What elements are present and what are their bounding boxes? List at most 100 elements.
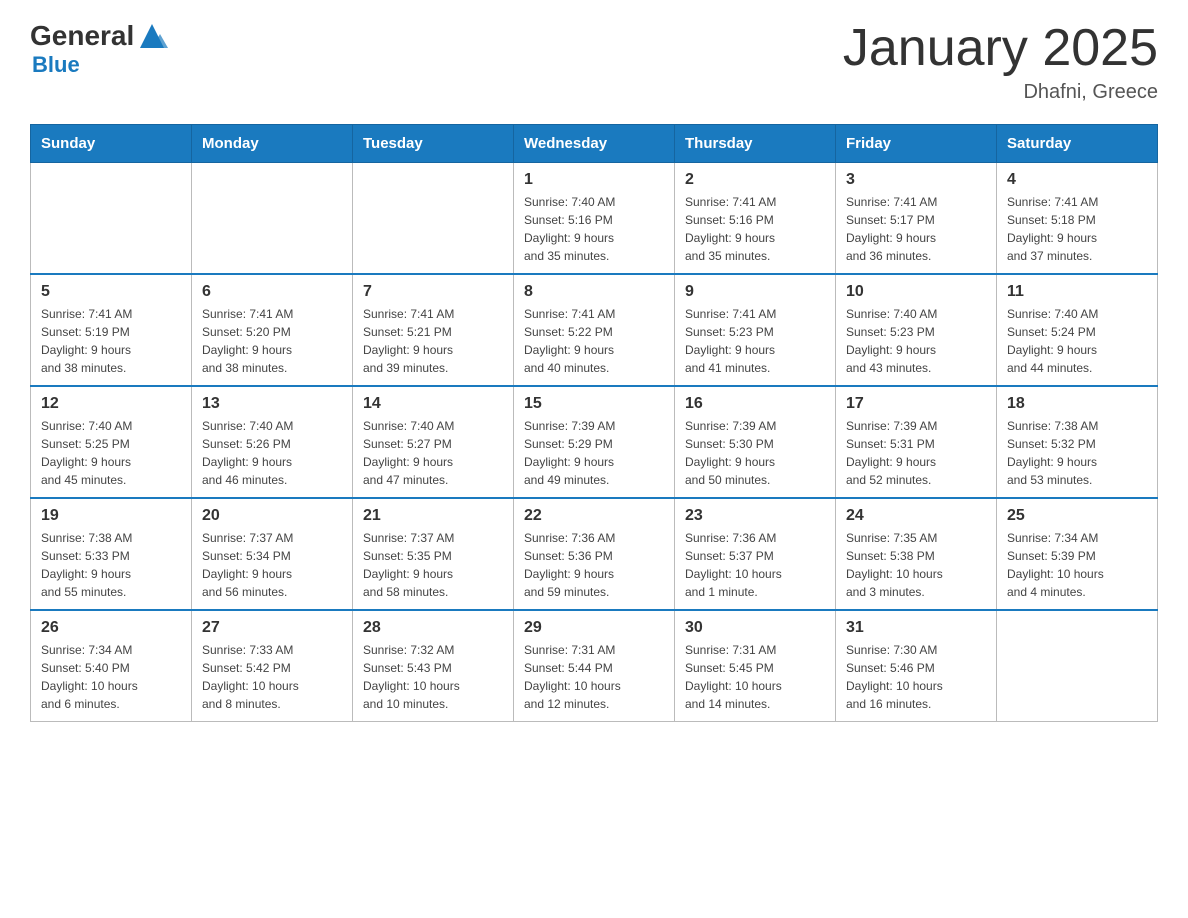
calendar-cell: 23 Sunrise: 7:36 AMSunset: 5:37 PMDayligh… xyxy=(675,498,836,610)
calendar-cell: 27 Sunrise: 7:33 AMSunset: 5:42 PMDayligh… xyxy=(192,610,353,722)
calendar-cell: 31 Sunrise: 7:30 AMSunset: 5:46 PMDayligh… xyxy=(836,610,997,722)
day-number: 13 xyxy=(202,395,342,413)
logo-blue-text: Blue xyxy=(32,52,80,78)
logo-icon xyxy=(136,20,168,52)
day-info: Sunrise: 7:37 AMSunset: 5:34 PMDaylight:… xyxy=(202,529,342,601)
calendar-cell: 13 Sunrise: 7:40 AMSunset: 5:26 PMDayligh… xyxy=(192,386,353,498)
day-number: 15 xyxy=(524,395,664,413)
location: Dhafni, Greece xyxy=(843,81,1158,104)
day-number: 20 xyxy=(202,507,342,525)
calendar-header-wednesday: Wednesday xyxy=(514,125,675,163)
day-info: Sunrise: 7:39 AMSunset: 5:30 PMDaylight:… xyxy=(685,417,825,489)
calendar-cell: 12Sunrise: 7:40 AMSunset: 5:25 PMDayligh… xyxy=(31,386,192,498)
day-info: Sunrise: 7:38 AMSunset: 5:32 PMDaylight:… xyxy=(1007,417,1147,489)
calendar-cell: 19 Sunrise: 7:38 AMSunset: 5:33 PMDayligh… xyxy=(31,498,192,610)
calendar-cell: 17 Sunrise: 7:39 AMSunset: 5:31 PMDayligh… xyxy=(836,386,997,498)
day-info: Sunrise: 7:36 AMSunset: 5:36 PMDaylight:… xyxy=(524,529,664,601)
day-number: 21 xyxy=(363,507,503,525)
calendar-cell: 6 Sunrise: 7:41 AMSunset: 5:20 PMDaylight… xyxy=(192,274,353,386)
day-info: Sunrise: 7:30 AMSunset: 5:46 PMDaylight:… xyxy=(846,641,986,713)
calendar-cell: 26 Sunrise: 7:34 AMSunset: 5:40 PMDayligh… xyxy=(31,610,192,722)
day-info: Sunrise: 7:40 AMSunset: 5:27 PMDaylight:… xyxy=(363,417,503,489)
month-title: January 2025 xyxy=(843,20,1158,77)
day-number: 1 xyxy=(524,171,664,189)
day-info: Sunrise: 7:31 AMSunset: 5:44 PMDaylight:… xyxy=(524,641,664,713)
calendar-cell: 8 Sunrise: 7:41 AMSunset: 5:22 PMDaylight… xyxy=(514,274,675,386)
day-number: 6 xyxy=(202,283,342,301)
day-number: 16 xyxy=(685,395,825,413)
day-info: Sunrise: 7:41 AMSunset: 5:19 PMDaylight:… xyxy=(41,305,181,377)
calendar-header-saturday: Saturday xyxy=(997,125,1158,163)
day-info: Sunrise: 7:39 AMSunset: 5:31 PMDaylight:… xyxy=(846,417,986,489)
calendar-cell: 25Sunrise: 7:34 AMSunset: 5:39 PMDayligh… xyxy=(997,498,1158,610)
day-info: Sunrise: 7:41 AMSunset: 5:23 PMDaylight:… xyxy=(685,305,825,377)
calendar-cell: 10 Sunrise: 7:40 AMSunset: 5:23 PMDayligh… xyxy=(836,274,997,386)
day-number: 17 xyxy=(846,395,986,413)
calendar-cell xyxy=(192,163,353,275)
day-number: 5 xyxy=(41,283,181,301)
calendar-cell: 1 Sunrise: 7:40 AMSunset: 5:16 PMDaylight… xyxy=(514,163,675,275)
day-number: 14 xyxy=(363,395,503,413)
calendar-cell: 28 Sunrise: 7:32 AMSunset: 5:43 PMDayligh… xyxy=(353,610,514,722)
calendar-cell xyxy=(353,163,514,275)
calendar-table: SundayMondayTuesdayWednesdayThursdayFrid… xyxy=(30,124,1158,722)
day-number: 29 xyxy=(524,619,664,637)
day-number: 7 xyxy=(363,283,503,301)
calendar-cell: 9 Sunrise: 7:41 AMSunset: 5:23 PMDaylight… xyxy=(675,274,836,386)
day-info: Sunrise: 7:35 AMSunset: 5:38 PMDaylight:… xyxy=(846,529,986,601)
day-number: 23 xyxy=(685,507,825,525)
calendar-week-row: 19 Sunrise: 7:38 AMSunset: 5:33 PMDayligh… xyxy=(31,498,1158,610)
title-section: January 2025 Dhafni, Greece xyxy=(843,20,1158,104)
day-info: Sunrise: 7:34 AMSunset: 5:40 PMDaylight:… xyxy=(41,641,181,713)
day-info: Sunrise: 7:33 AMSunset: 5:42 PMDaylight:… xyxy=(202,641,342,713)
day-number: 28 xyxy=(363,619,503,637)
day-number: 4 xyxy=(1007,171,1147,189)
day-info: Sunrise: 7:40 AMSunset: 5:23 PMDaylight:… xyxy=(846,305,986,377)
calendar-cell: 3Sunrise: 7:41 AMSunset: 5:17 PMDaylight… xyxy=(836,163,997,275)
calendar-cell xyxy=(31,163,192,275)
day-info: Sunrise: 7:32 AMSunset: 5:43 PMDaylight:… xyxy=(363,641,503,713)
calendar-cell xyxy=(997,610,1158,722)
calendar-header-monday: Monday xyxy=(192,125,353,163)
day-number: 2 xyxy=(685,171,825,189)
day-info: Sunrise: 7:36 AMSunset: 5:37 PMDaylight:… xyxy=(685,529,825,601)
calendar-cell: 21 Sunrise: 7:37 AMSunset: 5:35 PMDayligh… xyxy=(353,498,514,610)
calendar-week-row: 5 Sunrise: 7:41 AMSunset: 5:19 PMDaylight… xyxy=(31,274,1158,386)
calendar-cell: 24 Sunrise: 7:35 AMSunset: 5:38 PMDayligh… xyxy=(836,498,997,610)
calendar-cell: 16 Sunrise: 7:39 AMSunset: 5:30 PMDayligh… xyxy=(675,386,836,498)
calendar-cell: 11Sunrise: 7:40 AMSunset: 5:24 PMDayligh… xyxy=(997,274,1158,386)
calendar-cell: 20 Sunrise: 7:37 AMSunset: 5:34 PMDayligh… xyxy=(192,498,353,610)
day-info: Sunrise: 7:40 AMSunset: 5:26 PMDaylight:… xyxy=(202,417,342,489)
day-info: Sunrise: 7:41 AMSunset: 5:20 PMDaylight:… xyxy=(202,305,342,377)
day-info: Sunrise: 7:40 AMSunset: 5:16 PMDaylight:… xyxy=(524,193,664,265)
day-number: 18 xyxy=(1007,395,1147,413)
calendar-cell: 7 Sunrise: 7:41 AMSunset: 5:21 PMDaylight… xyxy=(353,274,514,386)
calendar-cell: 29 Sunrise: 7:31 AMSunset: 5:44 PMDayligh… xyxy=(514,610,675,722)
day-info: Sunrise: 7:40 AMSunset: 5:25 PMDaylight:… xyxy=(41,417,181,489)
day-info: Sunrise: 7:37 AMSunset: 5:35 PMDaylight:… xyxy=(363,529,503,601)
day-number: 11 xyxy=(1007,283,1147,301)
logo: General Blue xyxy=(30,20,168,78)
calendar-cell: 5 Sunrise: 7:41 AMSunset: 5:19 PMDaylight… xyxy=(31,274,192,386)
day-number: 31 xyxy=(846,619,986,637)
calendar-week-row: 12Sunrise: 7:40 AMSunset: 5:25 PMDayligh… xyxy=(31,386,1158,498)
calendar-cell: 30Sunrise: 7:31 AMSunset: 5:45 PMDayligh… xyxy=(675,610,836,722)
calendar-cell: 14 Sunrise: 7:40 AMSunset: 5:27 PMDayligh… xyxy=(353,386,514,498)
calendar-cell: 4Sunrise: 7:41 AMSunset: 5:18 PMDaylight… xyxy=(997,163,1158,275)
day-number: 26 xyxy=(41,619,181,637)
day-number: 8 xyxy=(524,283,664,301)
day-info: Sunrise: 7:34 AMSunset: 5:39 PMDaylight:… xyxy=(1007,529,1147,601)
calendar-header-thursday: Thursday xyxy=(675,125,836,163)
day-info: Sunrise: 7:41 AMSunset: 5:16 PMDaylight:… xyxy=(685,193,825,265)
day-number: 9 xyxy=(685,283,825,301)
day-info: Sunrise: 7:41 AMSunset: 5:21 PMDaylight:… xyxy=(363,305,503,377)
day-number: 24 xyxy=(846,507,986,525)
day-info: Sunrise: 7:38 AMSunset: 5:33 PMDaylight:… xyxy=(41,529,181,601)
day-number: 10 xyxy=(846,283,986,301)
day-number: 19 xyxy=(41,507,181,525)
logo-general-text: General xyxy=(30,20,134,52)
calendar-cell: 2 Sunrise: 7:41 AMSunset: 5:16 PMDaylight… xyxy=(675,163,836,275)
day-number: 27 xyxy=(202,619,342,637)
day-number: 3 xyxy=(846,171,986,189)
day-info: Sunrise: 7:41 AMSunset: 5:22 PMDaylight:… xyxy=(524,305,664,377)
